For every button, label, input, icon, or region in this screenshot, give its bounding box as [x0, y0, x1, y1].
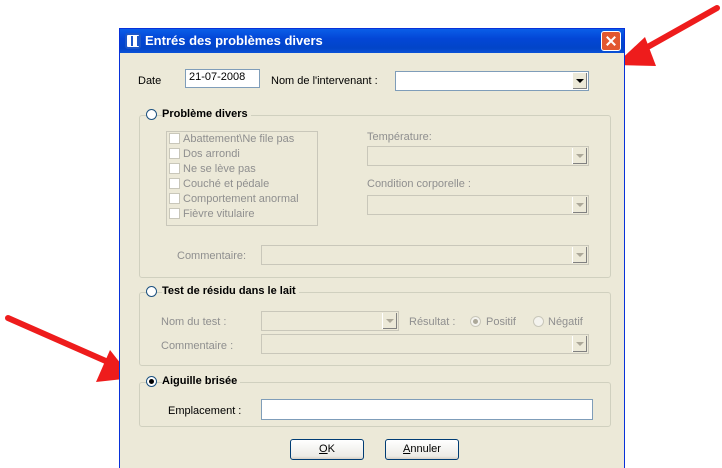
annuler-label: nnuler [410, 443, 441, 455]
residu-commentaire-select[interactable] [261, 334, 589, 354]
residu-commentaire-label: Commentaire : [161, 340, 234, 352]
checkbox-icon [169, 192, 180, 204]
nom-test-label: Nom du test : [161, 316, 227, 328]
condition-label: Condition corporelle : [367, 178, 471, 190]
checkbox-icon [169, 177, 180, 189]
checklist-item[interactable]: Ne se lève pas [169, 162, 256, 178]
resultat-label: Résultat : [409, 316, 456, 328]
intervenant-label: Nom de l'intervenant : [271, 75, 378, 87]
test-residu-radio[interactable] [146, 286, 157, 297]
annuler-button[interactable]: Annuler [385, 439, 459, 460]
checklist-item[interactable]: Fièvre vitulaire [169, 207, 255, 223]
chevron-down-icon[interactable] [572, 336, 587, 352]
checklist-item[interactable]: Dos arrondi [169, 147, 240, 163]
test-residu-legend: Test de résidu dans le lait [162, 285, 299, 297]
positif-label: Positif [486, 316, 516, 328]
probleme-divers-legend: Problème divers [162, 108, 251, 120]
ok-mnemonic: O [319, 443, 328, 455]
chevron-down-icon[interactable] [572, 73, 587, 89]
nom-test-select[interactable] [261, 311, 399, 331]
window-title: Entrés des problèmes divers [145, 33, 323, 48]
temperature-label: Température: [367, 131, 432, 143]
commentaire-select[interactable] [261, 245, 589, 265]
condition-select[interactable] [367, 195, 589, 215]
title-bar[interactable]: Entrés des problèmes divers [120, 29, 624, 53]
negatif-label: Négatif [548, 316, 583, 328]
dialog-window: Entrés des problèmes divers Date 21-07-2… [119, 28, 625, 468]
date-field[interactable]: 21-07-2008 [185, 69, 260, 88]
checkbox-icon [169, 132, 180, 144]
checkbox-icon [169, 207, 180, 219]
temperature-select[interactable] [367, 146, 589, 166]
probleme-checklist: Abattement\Ne file pas Dos arrondi Ne se… [166, 131, 318, 226]
negatif-radio[interactable] [533, 316, 544, 327]
checkbox-icon [169, 162, 180, 174]
commentaire-label: Commentaire: [177, 250, 247, 262]
date-label: Date [138, 75, 162, 87]
checkbox-icon [169, 147, 180, 159]
aiguille-brisee-legend: Aiguille brisée [162, 375, 241, 387]
emplacement-field[interactable] [261, 399, 593, 420]
checklist-item[interactable]: Couché et pédale [169, 177, 269, 193]
chevron-down-icon[interactable] [572, 197, 587, 213]
checklist-item[interactable]: Comportement anormal [169, 192, 299, 208]
app-icon [125, 33, 141, 49]
ok-button[interactable]: OK [290, 439, 364, 460]
aiguille-brisee-radio[interactable] [146, 376, 157, 387]
intervenant-select[interactable] [395, 71, 589, 91]
positif-radio[interactable] [470, 316, 481, 327]
checklist-item[interactable]: Abattement\Ne file pas [169, 132, 294, 148]
probleme-divers-radio[interactable] [146, 109, 157, 120]
chevron-down-icon[interactable] [572, 148, 587, 164]
chevron-down-icon[interactable] [572, 247, 587, 263]
emplacement-label: Emplacement : [168, 405, 242, 417]
ok-label: K [327, 443, 335, 455]
chevron-down-icon[interactable] [382, 313, 397, 329]
close-button[interactable] [601, 31, 621, 51]
